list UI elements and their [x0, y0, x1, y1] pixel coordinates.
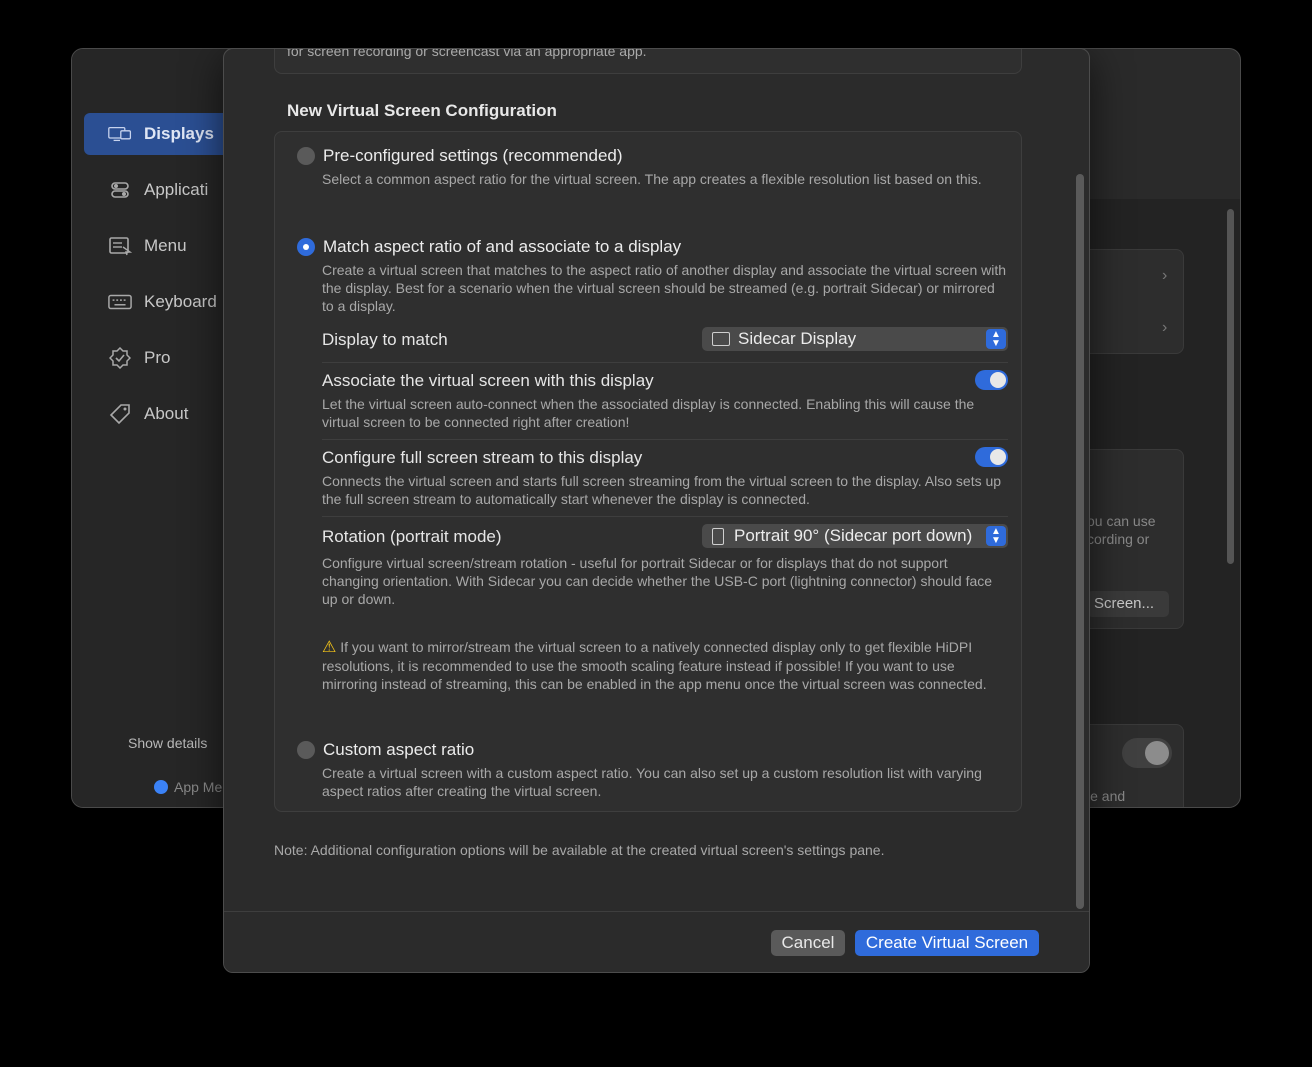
toggles-icon — [108, 180, 132, 200]
display-to-match-popup[interactable]: Sidecar Display ▲ ▼ — [702, 327, 1008, 351]
popup-value: Sidecar Display — [738, 329, 857, 348]
previous-section-text: for screen recording or screencast via a… — [287, 48, 647, 59]
sheet-scrollbar[interactable] — [1076, 174, 1084, 909]
warning-text: If you want to mirror/stream the virtual… — [322, 639, 987, 692]
sidebar-item-label: About — [144, 404, 189, 423]
new-virtual-screen-sheet: for screen recording or screencast via a… — [223, 48, 1090, 973]
keyboard-icon — [108, 292, 132, 312]
badge-check-icon — [108, 347, 132, 369]
background-text: cording or — [1087, 531, 1150, 547]
divider — [322, 439, 1008, 440]
cancel-button[interactable]: Cancel — [771, 930, 845, 956]
background-text: ou can use — [1087, 513, 1156, 529]
background-screen-button[interactable]: Screen... — [1087, 591, 1169, 617]
show-details-link[interactable]: Show details — [128, 735, 207, 751]
sheet-footer: Cancel Create Virtual Screen — [224, 911, 1089, 972]
fullscreen-stream-description: Connects the virtual screen and starts f… — [322, 473, 1002, 507]
background-toggle[interactable] — [1122, 738, 1172, 768]
warning-message: ⚠ If you want to mirror/stream the virtu… — [322, 638, 1008, 693]
rotation-label: Rotation (portrait mode) — [322, 527, 502, 546]
menu-icon — [108, 236, 132, 256]
create-virtual-screen-button[interactable]: Create Virtual Screen — [855, 930, 1039, 956]
radio-label: Pre-configured settings (recommended) — [323, 146, 623, 165]
radio-button-selected[interactable] — [297, 238, 315, 256]
divider — [322, 362, 1008, 363]
sidebar-item-displays[interactable]: Displays — [84, 113, 244, 155]
arrow-circle-icon — [154, 780, 168, 794]
radio-match-aspect[interactable]: Match aspect ratio of and associate to a… — [297, 237, 681, 257]
configuration-box: Pre-configured settings (recommended) Se… — [274, 131, 1022, 812]
radio-preconfigured[interactable]: Pre-configured settings (recommended) — [297, 146, 623, 166]
tag-icon — [108, 404, 132, 425]
sidebar: Displays Applicati Menu Keyboard Pro Abo… — [72, 49, 244, 807]
associate-description: Let the virtual screen auto-connect when… — [322, 396, 975, 430]
associate-label: Associate the virtual screen with this d… — [322, 371, 654, 390]
background-text: le and — [1087, 788, 1126, 804]
sidebar-item-pro[interactable]: Pro — [84, 337, 244, 379]
radio-button[interactable] — [297, 147, 315, 165]
warning-icon: ⚠ — [322, 639, 337, 656]
option-description: Create a virtual screen that matches to … — [322, 262, 1007, 314]
ipad-portrait-icon — [712, 527, 724, 545]
app-menu-label: App Me — [174, 779, 223, 795]
radio-button[interactable] — [297, 741, 315, 759]
chevron-right-icon: › — [1162, 267, 1168, 284]
section-title: New Virtual Screen Configuration — [287, 101, 557, 120]
app-menu-link[interactable]: App Me — [154, 779, 222, 795]
fullscreen-stream-label: Configure full screen stream to this dis… — [322, 448, 643, 467]
chevron-up-down-icon: ▲ ▼ — [986, 526, 1006, 546]
radio-label: Custom aspect ratio — [323, 740, 475, 759]
sidebar-item-label: Pro — [144, 348, 171, 367]
sidebar-item-applications[interactable]: Applicati — [84, 169, 244, 211]
option-description: Create a virtual screen with a custom as… — [322, 765, 982, 799]
option-description: Select a common aspect ratio for the vir… — [322, 171, 982, 187]
chevron-up-down-icon: ▲ ▼ — [986, 329, 1006, 349]
rotation-popup[interactable]: Portrait 90° (Sidecar port down) ▲ ▼ — [702, 524, 1008, 548]
divider — [322, 516, 1008, 517]
rotation-description: Configure virtual screen/stream rotation… — [322, 555, 993, 607]
popup-value: Portrait 90° (Sidecar port down) — [734, 526, 973, 545]
sidebar-item-about[interactable]: About — [84, 393, 244, 435]
radio-label: Match aspect ratio of and associate to a… — [323, 237, 682, 256]
fullscreen-stream-toggle[interactable] — [975, 447, 1008, 467]
sidebar-item-menu[interactable]: Menu — [84, 225, 244, 267]
display-to-match-label: Display to match — [322, 330, 448, 349]
sidebar-item-label: Displays — [144, 124, 214, 143]
previous-section-card: for screen recording or screencast via a… — [274, 48, 1022, 74]
radio-custom-aspect[interactable]: Custom aspect ratio — [297, 740, 474, 760]
note-text: Note: Additional configuration options w… — [274, 842, 885, 858]
sidebar-item-label: Keyboard — [144, 292, 217, 311]
display-icon — [108, 124, 132, 144]
sidebar-item-label: Menu — [144, 236, 187, 255]
associate-toggle[interactable] — [975, 370, 1008, 390]
sidebar-item-label: Applicati — [144, 180, 209, 199]
background-scrollbar[interactable] — [1227, 209, 1234, 564]
sidebar-item-keyboard[interactable]: Keyboard — [84, 281, 244, 323]
display-icon — [712, 332, 730, 346]
chevron-right-icon: › — [1162, 319, 1168, 336]
